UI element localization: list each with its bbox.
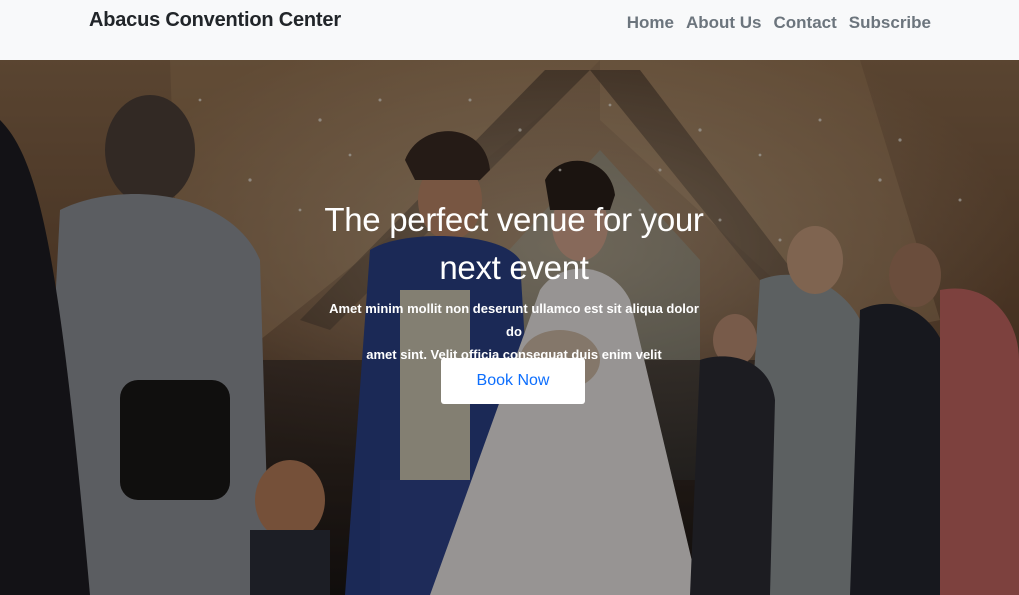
hero-title-line1: The perfect venue for your xyxy=(324,201,704,238)
navbar: Abacus Convention Center Home About Us C… xyxy=(0,0,1019,60)
nav-link-about-us[interactable]: About Us xyxy=(686,13,762,33)
hero-content: The perfect venue for your next event Ame… xyxy=(0,60,1019,595)
nav-link-contact[interactable]: Contact xyxy=(774,13,837,33)
nav-link-subscribe[interactable]: Subscribe xyxy=(849,13,931,33)
hero-subtitle: Amet minim mollit non deserunt ullamco e… xyxy=(320,297,708,366)
book-now-button[interactable]: Book Now xyxy=(441,358,585,404)
nav-links: Home About Us Contact Subscribe xyxy=(627,13,931,33)
brand-logo-text[interactable]: Abacus Convention Center xyxy=(89,9,341,32)
hero-title: The perfect venue for your next event xyxy=(309,196,719,292)
hero-section: The perfect venue for your next event Ame… xyxy=(0,60,1019,595)
nav-link-home[interactable]: Home xyxy=(627,13,674,33)
hero-subtitle-line1: Amet minim mollit non deserunt ullamco e… xyxy=(329,301,699,339)
hero-title-line2: next event xyxy=(439,249,589,286)
